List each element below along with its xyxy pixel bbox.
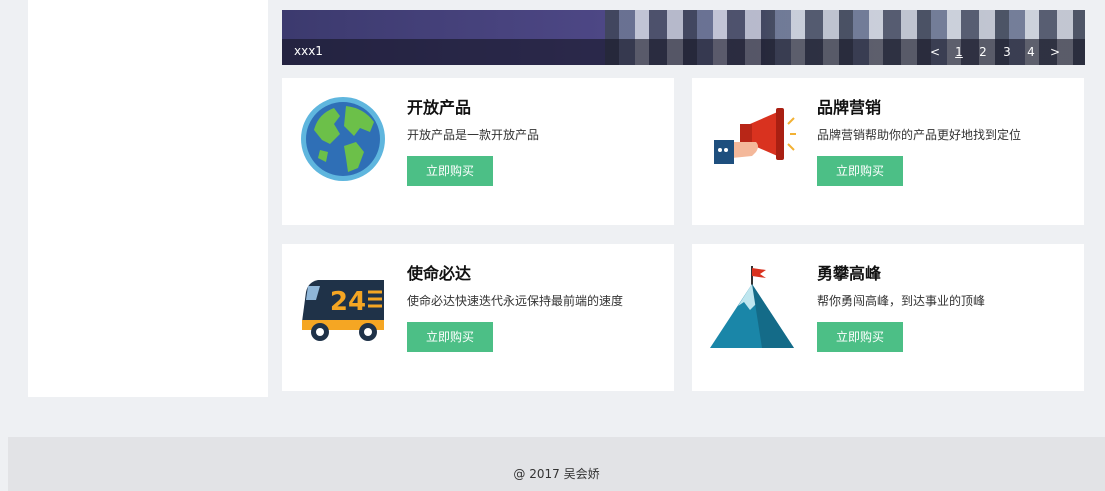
left-sidebar bbox=[28, 0, 268, 397]
product-card-delivery: 24 使命必达 使命必达快速迭代永远保持最前端的速度 立即购买 bbox=[282, 244, 674, 391]
page-footer: @ 2017 吴会娇 bbox=[8, 437, 1105, 491]
product-card-brand: 品牌营销 品牌营销帮助你的产品更好地找到定位 立即购买 bbox=[692, 78, 1084, 225]
pager-page-2[interactable]: 2 bbox=[971, 45, 995, 59]
globe-icon bbox=[301, 97, 385, 181]
card-description: 开放产品是一款开放产品 bbox=[407, 128, 540, 142]
buy-now-button[interactable]: 立即购买 bbox=[407, 156, 493, 186]
delivery-truck-icon: 24 bbox=[302, 280, 384, 341]
card-title: 勇攀高峰 bbox=[817, 264, 882, 283]
carousel-banner[interactable]: xxx1 < 1 2 3 4 > bbox=[282, 10, 1085, 65]
pager-page-4[interactable]: 4 bbox=[1019, 45, 1043, 59]
product-card-open: 开放产品 开放产品是一款开放产品 立即购买 bbox=[282, 78, 674, 225]
carousel-pager: < 1 2 3 4 > bbox=[923, 45, 1067, 59]
card-description: 使命必达快速迭代永远保持最前端的速度 bbox=[407, 294, 624, 308]
card-title: 使命必达 bbox=[407, 264, 472, 283]
copyright-text: @ 2017 吴会娇 bbox=[513, 467, 600, 481]
mountain-flag-icon bbox=[710, 266, 794, 348]
buy-now-button[interactable]: 立即购买 bbox=[817, 156, 903, 186]
card-title: 品牌营销 bbox=[817, 98, 882, 117]
truck-badge-text: 24 bbox=[330, 287, 366, 317]
card-title: 开放产品 bbox=[407, 98, 472, 117]
banner-caption: xxx1 bbox=[294, 44, 323, 58]
pager-prev-button[interactable]: < bbox=[923, 45, 947, 59]
pager-page-1[interactable]: 1 bbox=[947, 45, 971, 59]
buy-now-button[interactable]: 立即购买 bbox=[817, 322, 903, 352]
product-card-summit: 勇攀高峰 帮你勇闯高峰，到达事业的顶峰 立即购买 bbox=[692, 244, 1084, 391]
pager-next-button[interactable]: > bbox=[1043, 45, 1067, 59]
card-description: 帮你勇闯高峰，到达事业的顶峰 bbox=[817, 294, 986, 308]
buy-now-button[interactable]: 立即购买 bbox=[407, 322, 493, 352]
megaphone-icon bbox=[714, 108, 796, 164]
card-description: 品牌营销帮助你的产品更好地找到定位 bbox=[817, 128, 1022, 142]
pager-page-3[interactable]: 3 bbox=[995, 45, 1019, 59]
